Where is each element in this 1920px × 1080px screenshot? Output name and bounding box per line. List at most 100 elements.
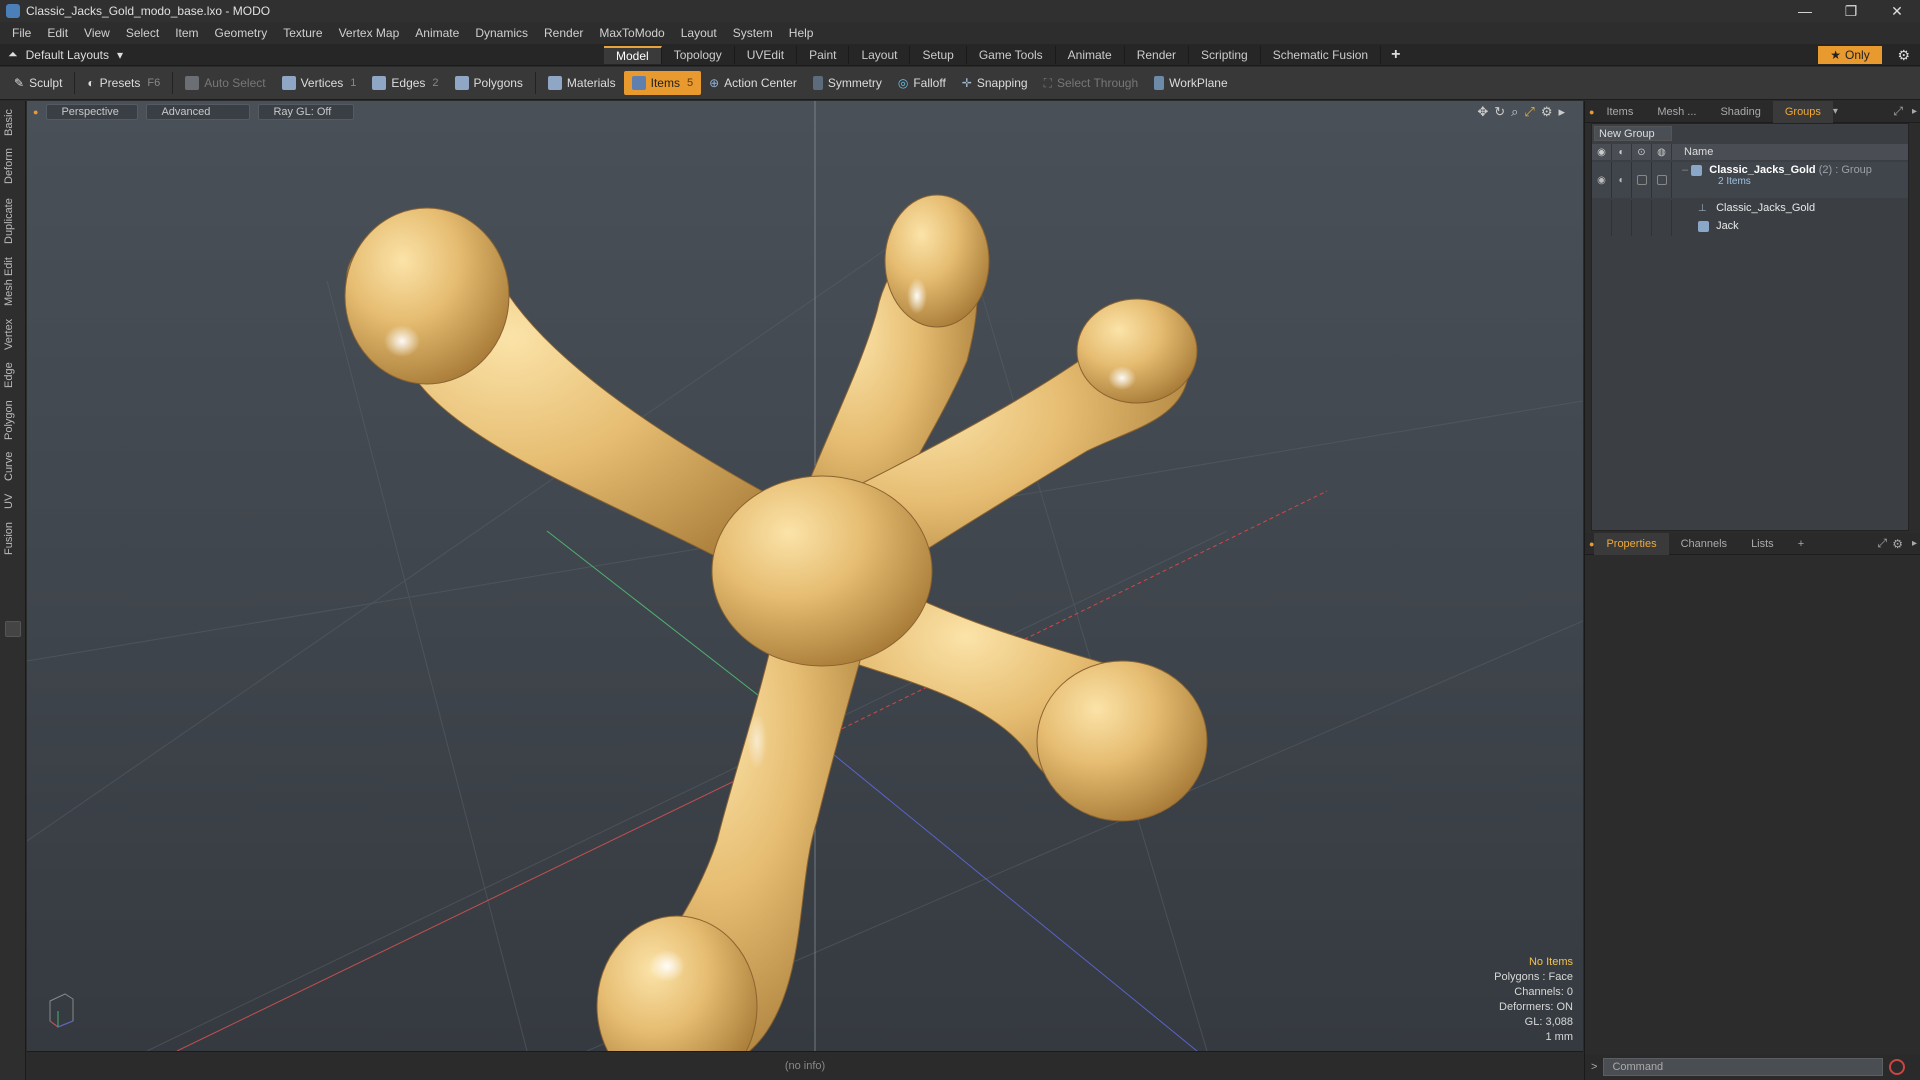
tab-lists[interactable]: Lists: [1739, 533, 1786, 555]
menu-vertex-map[interactable]: Vertex Map: [331, 26, 408, 40]
menu-item[interactable]: Item: [167, 26, 206, 40]
tab-model[interactable]: Model: [604, 46, 662, 64]
tab-channels[interactable]: Channels: [1669, 533, 1739, 555]
expand-panel-icon[interactable]: ⤢: [1893, 104, 1903, 119]
left-tab-deform[interactable]: Deform: [3, 145, 23, 187]
tab-render[interactable]: Render: [1125, 46, 1190, 64]
expand-panel-icon[interactable]: ⤢: [1877, 536, 1887, 551]
lock-icon[interactable]: ⊙: [1632, 144, 1652, 160]
close-button[interactable]: ✕: [1874, 0, 1920, 22]
falloff-button[interactable]: ◎ Falloff: [890, 71, 954, 95]
edges-button[interactable]: Edges 2: [364, 71, 446, 95]
left-tab-uv[interactable]: UV: [3, 489, 23, 513]
menu-help[interactable]: Help: [781, 26, 822, 40]
tab-topology[interactable]: Topology: [662, 46, 735, 64]
layout-selector[interactable]: ⏶ Default Layouts ▾: [8, 47, 123, 62]
tab-paint[interactable]: Paint: [797, 46, 850, 64]
left-tab-duplicate[interactable]: Duplicate: [3, 193, 23, 249]
tab-setup[interactable]: Setup: [910, 46, 967, 64]
collapse-icon[interactable]: –: [1682, 164, 1688, 176]
3d-viewport[interactable]: ● Perspective Advanced Ray GL: Off ✥ ↻ ⌕…: [27, 101, 1583, 1051]
command-input[interactable]: Command: [1603, 1058, 1884, 1076]
maximize-button[interactable]: ❐: [1828, 0, 1874, 22]
tab-layout[interactable]: Layout: [849, 46, 911, 64]
gear-icon[interactable]: ⚙: [1897, 47, 1910, 64]
command-stop-icon[interactable]: [1889, 1059, 1906, 1075]
menu-dynamics[interactable]: Dynamics: [467, 26, 536, 40]
menu-edit[interactable]: Edit: [39, 26, 76, 40]
perspective-button[interactable]: Perspective: [46, 104, 139, 120]
select-toggle-icon[interactable]: ◍: [1652, 144, 1672, 160]
tab-properties[interactable]: Properties: [1594, 532, 1669, 555]
visibility-eye-icon[interactable]: ◉: [1592, 144, 1612, 160]
sculpt-button[interactable]: ✎ Sculpt: [6, 71, 70, 95]
left-tab-fusion[interactable]: Fusion: [3, 519, 23, 557]
vertices-button[interactable]: Vertices 1: [274, 71, 365, 95]
render-toggle-icon[interactable]: ◐: [1612, 144, 1632, 160]
materials-button[interactable]: Materials: [540, 71, 624, 95]
tab-game-tools[interactable]: Game Tools: [967, 46, 1056, 64]
left-tab-polygon[interactable]: Polygon: [3, 397, 23, 443]
tab-schematic-fusion[interactable]: Schematic Fusion: [1261, 46, 1382, 64]
maximize-view-icon[interactable]: ⤢: [1524, 104, 1534, 120]
render-toggle-icon[interactable]: ◐: [1612, 162, 1632, 198]
left-tab-curve[interactable]: Curve: [3, 449, 23, 483]
tab-scripting[interactable]: Scripting: [1189, 46, 1261, 64]
left-tab-mesh-edit[interactable]: Mesh Edit: [3, 255, 23, 309]
menu-file[interactable]: File: [4, 26, 39, 40]
advanced-button[interactable]: Advanced: [146, 104, 251, 120]
tab-items[interactable]: Items: [1594, 101, 1645, 123]
tab-mesh[interactable]: Mesh ...: [1645, 101, 1708, 123]
left-tab-edge[interactable]: Edge: [3, 359, 23, 391]
snapping-button[interactable]: ✛ Snapping: [954, 71, 1036, 95]
select-checkbox[interactable]: [1652, 162, 1672, 198]
menu-render[interactable]: Render: [536, 26, 591, 40]
menu-system[interactable]: System: [725, 26, 781, 40]
menu-layout[interactable]: Layout: [673, 26, 725, 40]
left-tab-vertex[interactable]: Vertex: [3, 315, 23, 353]
jack-mesh[interactable]: [344, 194, 1208, 1051]
tab-groups[interactable]: Groups: [1772, 100, 1833, 123]
tab-shading[interactable]: Shading: [1708, 101, 1772, 123]
minimize-button[interactable]: —: [1782, 0, 1828, 22]
lock-checkbox[interactable]: [1632, 162, 1652, 198]
group-child-row[interactable]: ⊥ Classic_Jacks_Gold: [1592, 200, 1908, 218]
select-through-button[interactable]: ⛶ Select Through: [1036, 71, 1147, 95]
items-button[interactable]: Items 5: [623, 71, 702, 95]
menu-view[interactable]: View: [76, 26, 118, 40]
visibility-eye-icon[interactable]: ◉: [1592, 162, 1612, 198]
group-row[interactable]: ◉ ◐ – Classic_Jacks_Gold (2) : Group 2 I…: [1592, 162, 1908, 198]
tab-animate[interactable]: Animate: [1056, 46, 1125, 64]
action-center-button[interactable]: ⊕ Action Center: [701, 71, 805, 95]
move-view-icon[interactable]: ✥: [1477, 104, 1488, 120]
arrow-right-icon[interactable]: ▸: [1912, 106, 1917, 117]
zoom-view-icon[interactable]: ⌕: [1511, 104, 1518, 120]
menu-animate[interactable]: Animate: [407, 26, 467, 40]
panel-toggle-button[interactable]: [5, 621, 21, 637]
arrow-right-icon[interactable]: ▸: [1912, 538, 1917, 549]
arrow-right-icon[interactable]: ▸: [1558, 104, 1565, 120]
chevron-down-icon[interactable]: ▾: [1833, 106, 1838, 117]
gear-icon[interactable]: ⚙: [1892, 537, 1903, 551]
menu-maxtomodo[interactable]: MaxToModo: [591, 26, 672, 40]
workplane-button[interactable]: WorkPlane: [1146, 71, 1235, 95]
menu-texture[interactable]: Texture: [275, 26, 330, 40]
ray-gl-button[interactable]: Ray GL: Off: [258, 104, 355, 120]
auto-select-button[interactable]: Auto Select: [177, 71, 273, 95]
menu-select[interactable]: Select: [118, 26, 167, 40]
viewport-menu-icon[interactable]: ●: [33, 107, 38, 117]
rotate-view-icon[interactable]: ↻: [1494, 104, 1505, 120]
add-tab-button[interactable]: +: [1381, 46, 1410, 64]
panel-menu-icon[interactable]: ●: [1585, 539, 1594, 549]
add-panel-tab-button[interactable]: +: [1786, 533, 1816, 555]
symmetry-button[interactable]: Symmetry: [805, 71, 890, 95]
presets-button[interactable]: ◐ Presets F6: [79, 71, 168, 95]
only-button[interactable]: ★ Only: [1818, 46, 1882, 64]
tab-uvedit[interactable]: UVEdit: [735, 46, 798, 64]
new-group-button[interactable]: New Group: [1594, 126, 1672, 141]
group-child-row[interactable]: Jack: [1592, 218, 1908, 236]
polygons-button[interactable]: Polygons: [447, 71, 531, 95]
viewport-settings-icon[interactable]: ⚙: [1541, 104, 1553, 120]
panel-menu-icon[interactable]: ●: [1585, 107, 1594, 117]
menu-geometry[interactable]: Geometry: [207, 26, 276, 40]
